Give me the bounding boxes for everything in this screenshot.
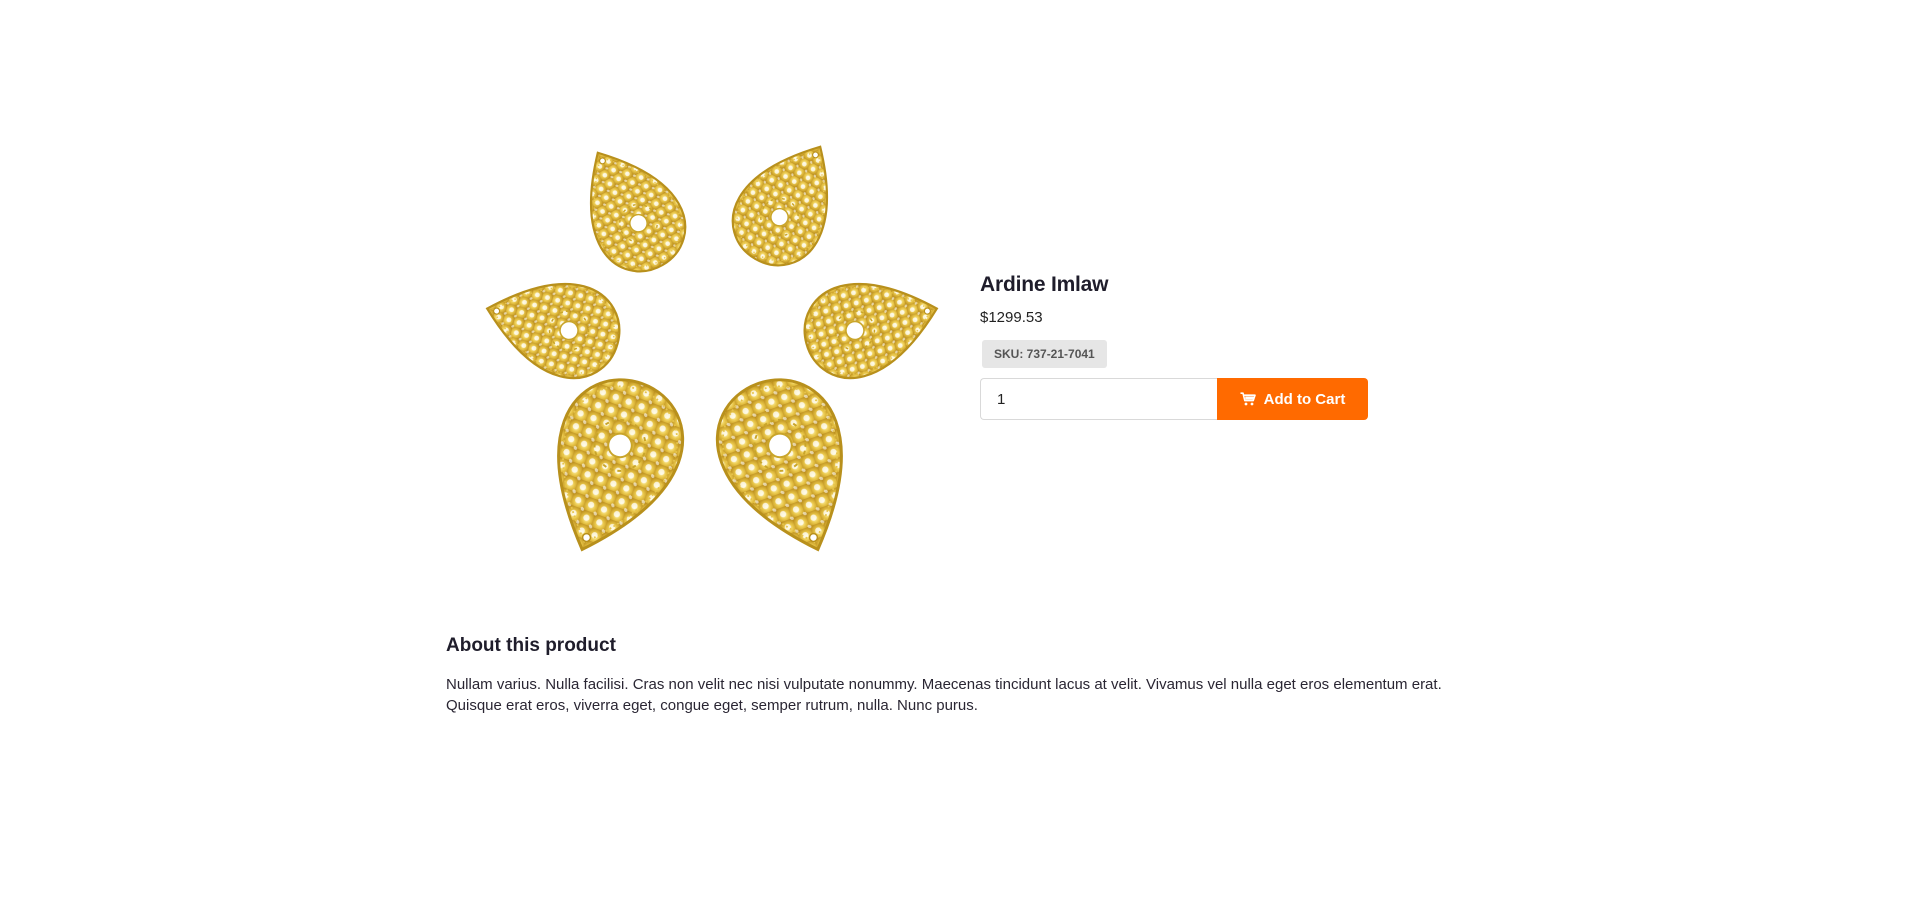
sku-badge: SKU: 737-21-7041 [982,340,1107,368]
product-info: Ardine Imlaw $1299.53 SKU: 737-21-7041 A… [980,270,1400,420]
cart-icon [1240,392,1256,406]
add-to-cart-label: Add to Cart [1263,390,1346,408]
about-description: Nullam varius. Nulla facilisi. Cras non … [446,676,1442,714]
add-to-cart-form: Add to Cart [980,378,1400,420]
about-section: About this product Nullam varius. Nulla … [446,632,1446,716]
product-page: Ardine Imlaw $1299.53 SKU: 737-21-7041 A… [0,0,1920,919]
filigree-pendants-illustration [474,123,950,572]
product-price: $1299.53 [980,309,1043,326]
product-title: Ardine Imlaw [980,273,1109,296]
add-to-cart-button[interactable]: Add to Cart [1217,378,1368,420]
product-image [446,122,966,602]
about-title: About this product [446,635,616,656]
quantity-input[interactable] [980,378,1217,420]
